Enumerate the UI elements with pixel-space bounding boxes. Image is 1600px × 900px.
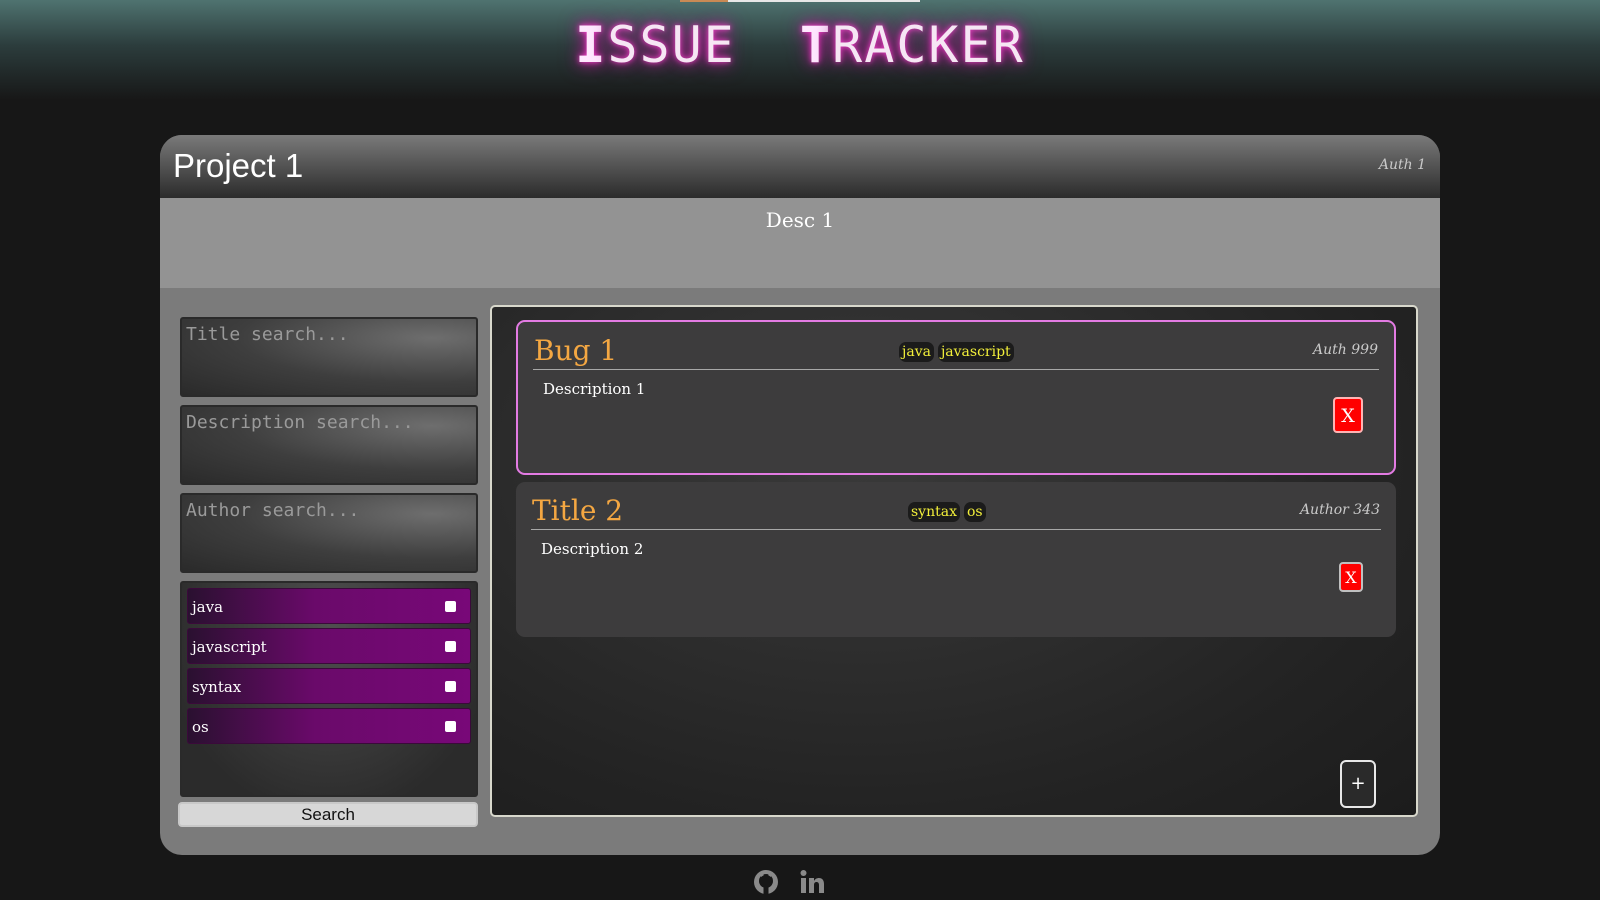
title-search-input[interactable] (180, 317, 478, 397)
bug-tag: java (899, 342, 934, 362)
tag-checkbox[interactable] (445, 681, 456, 692)
site-title: ISSUE TRACKER (0, 16, 1600, 74)
tag-filter-label: os (192, 718, 209, 736)
accent-segment-orange (680, 0, 728, 2)
bug-author: Author 343 (1299, 502, 1380, 518)
title-cap-2: T (800, 16, 833, 74)
project-author: Auth 1 (1378, 157, 1426, 173)
tag-checkbox[interactable] (445, 641, 456, 652)
tag-filter-label: syntax (192, 678, 242, 696)
author-search-input[interactable] (180, 493, 478, 573)
tag-filter-javascript[interactable]: javascript (187, 628, 471, 664)
project-description: Desc 1 (160, 198, 1440, 288)
bug-author: Auth 999 (1313, 342, 1378, 358)
bug-tag: javascript (937, 342, 1014, 362)
bug-tag: syntax (908, 502, 960, 522)
search-button[interactable]: Search (178, 802, 478, 827)
bug-tag: os (963, 502, 986, 522)
tag-filter-syntax[interactable]: syntax (187, 668, 471, 704)
tag-filter-label: javascript (192, 638, 267, 656)
linkedin-icon[interactable] (798, 868, 826, 896)
project-header: Project 1 Auth 1 (160, 135, 1440, 198)
top-banner: ISSUE TRACKER (0, 0, 1600, 100)
bug-divider (531, 529, 1381, 530)
add-bug-button[interactable]: + (1340, 760, 1376, 808)
bug-tags: syntax os (908, 502, 986, 522)
bug-card[interactable]: Title 2 syntax os Author 343 Description… (516, 482, 1396, 637)
title-word-1: SSUE (607, 16, 736, 74)
title-word-2: RACKER (832, 16, 1025, 74)
project-panel: Project 1 Auth 1 Desc 1 java javascript … (160, 135, 1440, 855)
delete-bug-button[interactable]: X (1333, 397, 1363, 433)
tag-filter-label: java (192, 598, 224, 616)
accent-segment-white (728, 0, 920, 2)
footer-links (752, 868, 826, 896)
search-panel: java javascript syntax os Search (178, 317, 480, 827)
bug-title: Bug 1 (534, 334, 618, 367)
bug-card[interactable]: Bug 1 java javascript Auth 999 Descripti… (516, 320, 1396, 475)
github-icon[interactable] (752, 868, 780, 896)
tag-filter-os[interactable]: os (187, 708, 471, 744)
title-cap-1: I (575, 16, 608, 74)
page-root: ISSUE TRACKER Project 1 Auth 1 Desc 1 ja… (0, 0, 1600, 900)
tag-filter-list: java javascript syntax os (180, 581, 478, 797)
bug-tags: java javascript (899, 342, 1014, 362)
description-search-input[interactable] (180, 405, 478, 485)
bug-divider (533, 369, 1379, 370)
bug-title: Title 2 (532, 494, 624, 527)
bug-description: Description 2 (541, 540, 644, 558)
top-accent-bar (680, 0, 920, 2)
delete-bug-button[interactable]: X (1339, 562, 1363, 592)
tag-checkbox[interactable] (445, 601, 456, 612)
bug-list: Bug 1 java javascript Auth 999 Descripti… (490, 305, 1418, 817)
bug-description: Description 1 (543, 380, 646, 398)
tag-checkbox[interactable] (445, 721, 456, 732)
project-title: Project 1 (173, 147, 304, 184)
tag-filter-java[interactable]: java (187, 588, 471, 624)
